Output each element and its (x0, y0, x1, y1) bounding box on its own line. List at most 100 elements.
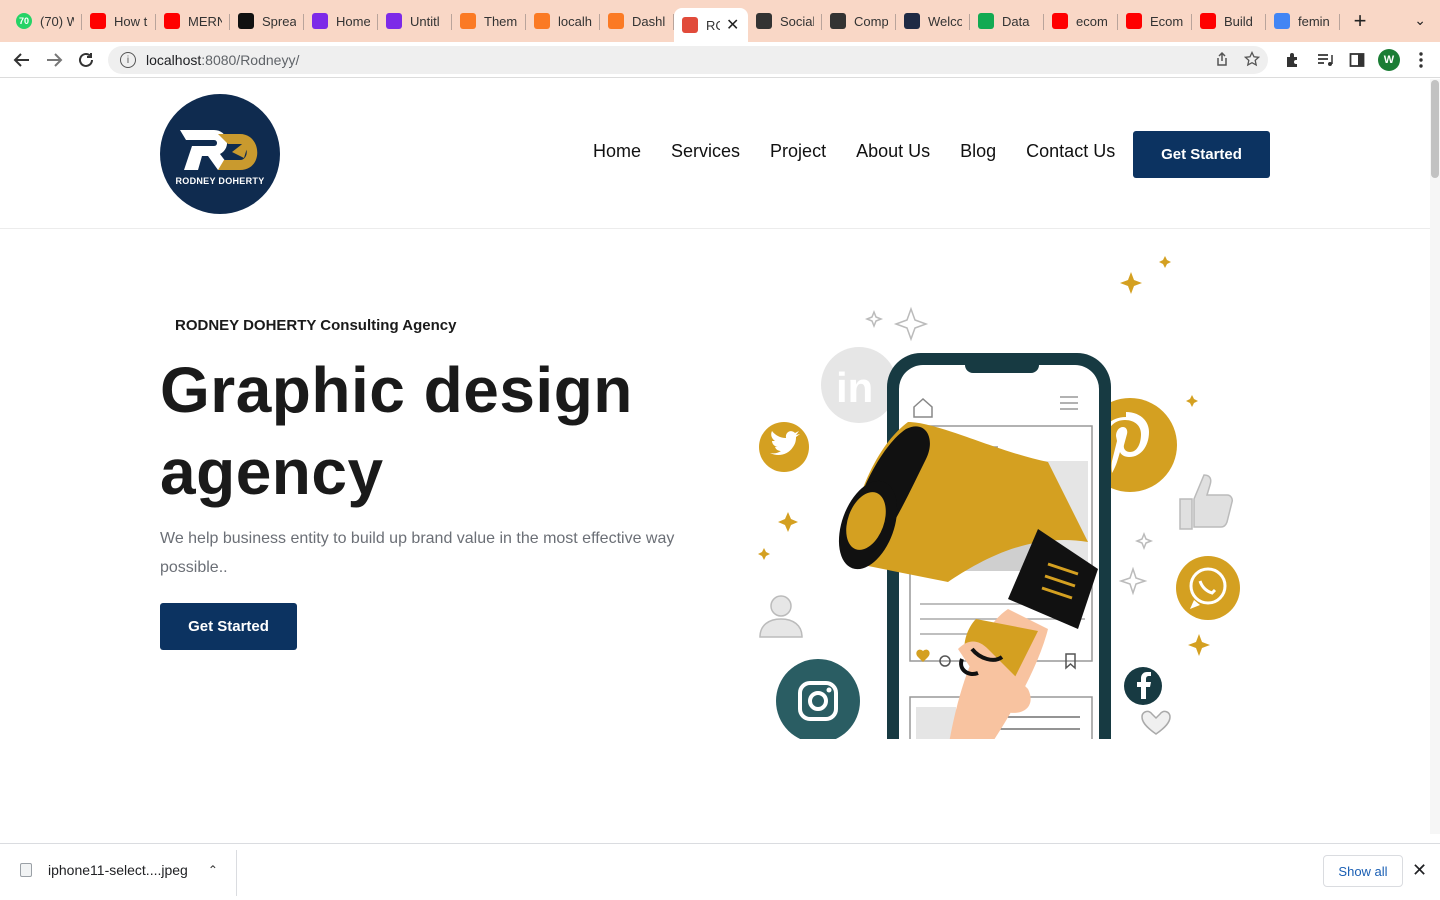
download-item[interactable]: iphone11-select....jpeg ⌃ (20, 862, 218, 878)
rd-logo-mark-icon (180, 130, 258, 170)
tab-close-icon[interactable]: ✕ (726, 15, 739, 35)
download-bar: iphone11-select....jpeg ⌃ Show all ✕ (0, 843, 1440, 900)
extensions-puzzle-icon[interactable] (1282, 44, 1304, 76)
logo-wordmark: RODNEY DOHERTY (175, 176, 265, 186)
nav-services[interactable]: Services (671, 141, 740, 162)
hero-eyebrow: RODNEY DOHERTY Consulting Agency (175, 317, 457, 334)
youtube-icon (164, 13, 180, 29)
tab-strip: 70 (70) W How t MERN Sprea Home Untitl Them loca… (0, 0, 1440, 42)
nav-about-us[interactable]: About Us (856, 141, 930, 162)
browser-tab[interactable]: RC ✕ (674, 8, 748, 42)
browser-tab[interactable]: Them (452, 0, 526, 42)
tab-title: Ecom (1150, 13, 1184, 29)
whatsapp-icon (1176, 556, 1240, 620)
tab-title: MERN (188, 13, 222, 29)
header-get-started-button[interactable]: Get Started (1133, 131, 1270, 178)
nav-contact-us[interactable]: Contact Us (1026, 141, 1115, 162)
browser-tab[interactable]: MERN (156, 0, 230, 42)
close-icon[interactable]: ✕ (1412, 860, 1427, 881)
hero-illustration: in (758, 256, 1240, 739)
browser-tab[interactable]: How t (82, 0, 156, 42)
site-info-icon[interactable]: i (120, 52, 136, 68)
show-all-downloads-button[interactable]: Show all (1323, 855, 1403, 887)
nav-home[interactable]: Home (593, 141, 641, 162)
xampp-icon (460, 13, 476, 29)
page-scrollbar-thumb[interactable] (1431, 80, 1439, 178)
xampp-icon (534, 13, 550, 29)
twitter-icon (759, 422, 809, 472)
hero-title: Graphic design agency (160, 354, 633, 508)
svg-text:in: in (836, 364, 873, 411)
site-logo[interactable]: RODNEY DOHERTY (160, 94, 280, 214)
browser-tab[interactable]: Dashl (600, 0, 674, 42)
tab-search-chevron-icon[interactable]: ⌄ (1414, 12, 1426, 29)
browser-tab[interactable]: Data (970, 0, 1044, 42)
tab-title: Comp (854, 13, 888, 29)
browser-tab[interactable]: femin (1266, 0, 1340, 42)
canva-icon (386, 13, 402, 29)
heart-outline-icon (1141, 710, 1171, 735)
hero-description: We help business entity to build up bran… (160, 530, 675, 576)
browser-tab[interactable]: 70 (70) W (8, 0, 82, 42)
youtube-icon (1126, 13, 1142, 29)
browser-tab[interactable]: Build (1192, 0, 1266, 42)
tab-title: Untitl (410, 13, 440, 29)
mongodb-icon (978, 13, 994, 29)
globe-icon (830, 13, 846, 29)
instagram-icon (776, 659, 860, 739)
facebook-icon (1124, 667, 1162, 705)
browser-tab[interactable]: Home (304, 0, 378, 42)
linkedin-icon: in (821, 347, 897, 423)
tab-title: Home (336, 13, 370, 29)
new-tab-plus-icon[interactable]: + (1340, 0, 1380, 42)
page-scrollbar[interactable] (1430, 79, 1440, 834)
chevron-up-icon[interactable]: ⌃ (208, 863, 218, 877)
download-filename: iphone11-select....jpeg (48, 862, 188, 878)
tab-title: Sprea (262, 13, 296, 29)
share-icon[interactable] (1214, 51, 1230, 70)
m-logo-icon (238, 13, 254, 29)
browser-tab[interactable]: Ecom (1118, 0, 1192, 42)
tab-title: RC (706, 17, 720, 33)
side-panel-icon[interactable] (1346, 44, 1368, 76)
web-page: RODNEY DOHERTY Home Services Project Abo… (0, 79, 1430, 834)
whatsapp-icon: 70 (16, 13, 32, 29)
tab-title: Dashl (632, 13, 666, 29)
url-host: localhost (146, 52, 202, 68)
profile-avatar[interactable]: W (1378, 49, 1400, 71)
back-arrow-icon[interactable] (6, 44, 38, 76)
tab-title: (70) W (40, 13, 74, 29)
address-bar[interactable]: i localhost:8080/Rodneyy/ (108, 46, 1268, 74)
google-icon (1274, 13, 1290, 29)
browser-tab[interactable]: Untitl (378, 0, 452, 42)
browser-tab[interactable]: localh (526, 0, 600, 42)
canva-icon (312, 13, 328, 29)
nav-blog[interactable]: Blog (960, 141, 996, 162)
browser-tab[interactable]: ecom (1044, 0, 1118, 42)
reload-icon[interactable] (70, 44, 102, 76)
tab-title: femin (1298, 13, 1330, 29)
main-nav: Home Services Project About Us Blog Cont… (593, 141, 1115, 162)
browser-tab[interactable]: Welco (896, 0, 970, 42)
site-icon (682, 17, 698, 33)
nav-project[interactable]: Project (770, 141, 826, 162)
bookmark-star-icon[interactable] (1243, 50, 1261, 70)
kebab-menu-icon[interactable] (1410, 44, 1432, 76)
image-file-icon (20, 863, 32, 877)
hero-get-started-button[interactable]: Get Started (160, 603, 297, 650)
tab-title: ecom (1076, 13, 1108, 29)
url-path: :8080/Rodneyy/ (201, 52, 300, 68)
react-icon (904, 13, 920, 29)
forward-arrow-icon[interactable] (38, 44, 70, 76)
tab-title: Them (484, 13, 518, 29)
browser-tab[interactable]: Social (748, 0, 822, 42)
download-divider (236, 850, 237, 896)
tab-title: Welco (928, 13, 962, 29)
media-control-icon[interactable] (1314, 44, 1336, 76)
xampp-icon (608, 13, 624, 29)
youtube-icon (1052, 13, 1068, 29)
browser-tab[interactable]: Sprea (230, 0, 304, 42)
browser-tab[interactable]: Comp (822, 0, 896, 42)
thumbs-up-icon (1179, 474, 1233, 530)
user-avatar-icon (759, 595, 803, 638)
